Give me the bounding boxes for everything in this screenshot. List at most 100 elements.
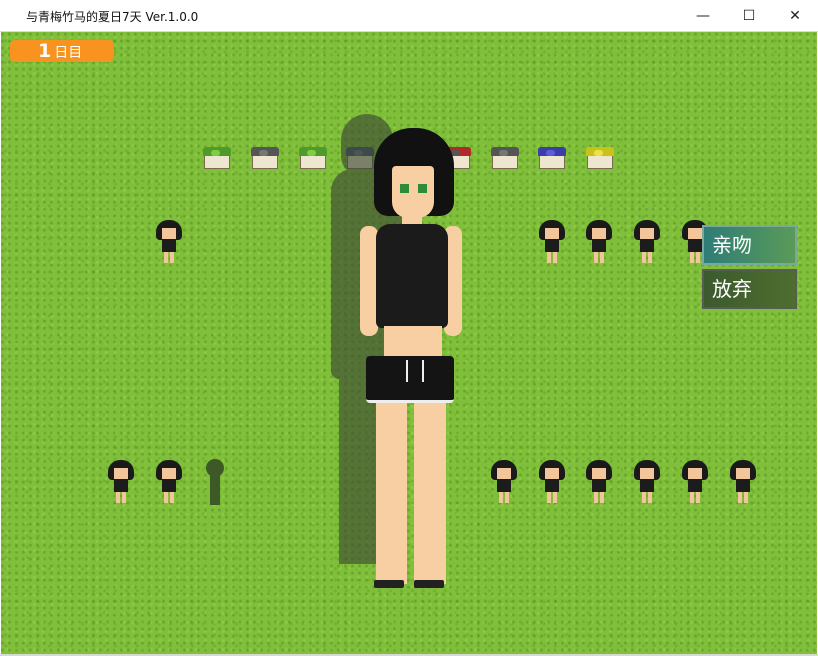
kiss-choice-button[interactable]: 亲吻 [702,225,797,265]
window-title: 与青梅竹马的夏日7天 Ver.1.0.0 [26,10,199,24]
day-label: 日目 [54,45,83,61]
chibi-legs [642,492,652,503]
chibi-sprite-10 [586,460,612,504]
chibi-body [688,479,702,492]
chibi-body [736,479,750,492]
chibi-legs [690,492,700,503]
bento-base [252,155,278,169]
maximize-button[interactable]: ☐ [726,0,772,31]
girl-legs [376,400,446,584]
chibi-legs [594,252,604,263]
close-button[interactable]: ✕ [772,0,818,31]
chibi-face [162,468,176,479]
chibi-legs [499,492,509,503]
chibi-face [545,228,559,239]
chibi-face [545,468,559,479]
chibi-face [592,468,606,479]
bento-base [204,155,230,169]
bento-box-8 [586,147,614,171]
bento-lid [251,147,279,156]
chibi-sprite-13 [730,460,756,504]
bento-base [300,155,326,169]
girl-face [392,166,434,218]
chibi-legs [547,252,557,263]
chibi-face [497,468,511,479]
chibi-sprite-1 [156,220,182,264]
bento-lid [203,147,231,156]
bento-lid-knob [499,150,508,156]
chibi-legs [594,492,604,503]
chibi-body [114,479,128,492]
chibi-sprite-8 [491,460,517,504]
chibi-body [640,239,654,252]
bento-base [587,155,613,169]
chibi-sprite-6 [108,460,134,504]
give-up-choice-button[interactable]: 放弃 [702,269,797,309]
girl-character-sprite [356,128,466,588]
window-titlebar: 与青梅竹马的夏日7天 Ver.1.0.0 — ☐ ✕ [0,0,818,32]
bento-lid [538,147,566,156]
chibi-legs [547,492,557,503]
bento-lid-knob [259,150,268,156]
chibi-sprite-3 [586,220,612,264]
game-scene[interactable]: 1 日目 亲吻 放弃 [1,32,817,654]
chibi-face [640,228,654,239]
bento-lid-knob [594,150,603,156]
girl-right-sandal [414,580,444,588]
chibi-body [592,239,606,252]
chibi-face [162,228,176,239]
shorts-drawstring [406,360,424,382]
chibi-body [497,479,511,492]
chibi-legs [164,492,174,503]
bento-box-6 [491,147,519,171]
chibi-body [545,239,559,252]
chibi-face [688,228,702,239]
bento-lid [491,147,519,156]
girl-left-sandal [374,580,404,588]
chibi-sprite-7 [156,460,182,504]
chibi-body [545,479,559,492]
shadow-chibi-sprite [205,459,225,507]
chibi-sprite-9 [539,460,565,504]
chibi-face [736,468,750,479]
bento-lid [299,147,327,156]
bento-box-3 [299,147,327,171]
chibi-sprite-2 [539,220,565,264]
girl-tank-top [376,224,448,328]
close-icon: ✕ [789,7,801,24]
bento-lid-knob [211,150,220,156]
bento-box-1 [203,147,231,171]
chibi-face [114,468,128,479]
chibi-face [640,468,654,479]
girl-left-eye [400,184,409,193]
minimize-icon: — [696,7,710,24]
bento-lid-knob [307,150,316,156]
day-number: 1 [38,40,52,62]
chibi-sprite-4 [634,220,660,264]
chibi-legs [642,252,652,263]
minimize-button[interactable]: — [680,0,726,31]
day-counter-badge: 1 日目 [10,40,114,62]
chibi-body [688,239,702,252]
girl-waist [384,326,442,356]
chibi-legs [164,252,174,263]
chibi-face [688,468,702,479]
bento-lid-knob [546,150,555,156]
chibi-sprite-11 [634,460,660,504]
girl-right-eye [418,184,427,193]
chibi-body [640,479,654,492]
chibi-sprite-12 [682,460,708,504]
chibi-legs [116,492,126,503]
bento-lid [586,147,614,156]
chibi-body [162,479,176,492]
bento-box-7 [538,147,566,171]
bento-base [539,155,565,169]
maximize-icon: ☐ [742,7,756,24]
chibi-face [592,228,606,239]
chibi-legs [690,252,700,263]
chibi-body [162,239,176,252]
girl-shorts [366,356,454,403]
shadow-chibi-body [210,475,220,505]
chibi-body [592,479,606,492]
bento-base [492,155,518,169]
